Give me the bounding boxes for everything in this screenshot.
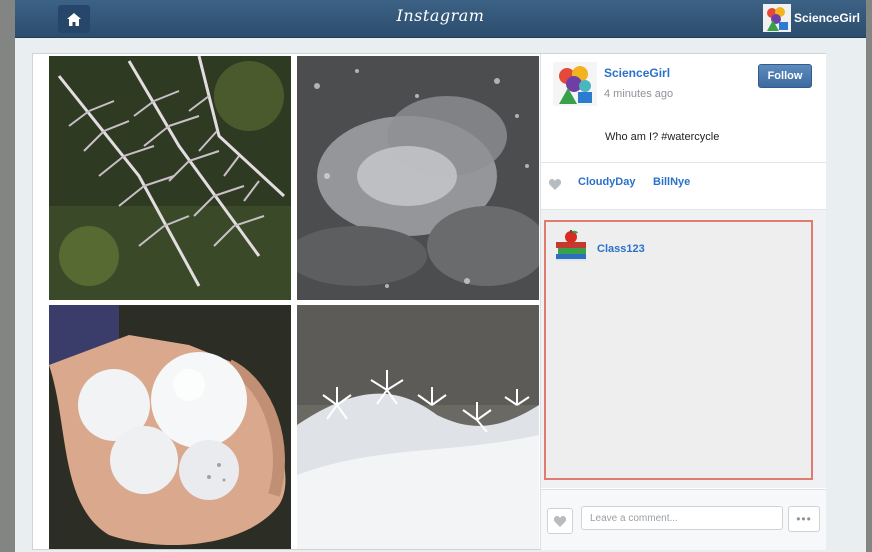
liker-link[interactable]: CloudyDay <box>578 176 635 188</box>
post-timestamp: 4 minutes ago <box>604 88 674 100</box>
comment-author-link[interactable]: Class123 <box>597 243 645 255</box>
books-apple-avatar-icon[interactable] <box>554 230 592 264</box>
comment-input[interactable] <box>581 506 783 530</box>
photo-hailstones <box>49 305 291 549</box>
profile-menu[interactable]: ScienceGirl <box>762 4 860 32</box>
post-sidebar: ScienceGirl 4 minutes ago Follow Who am … <box>540 54 826 550</box>
heart-icon <box>549 179 561 190</box>
post-owner-link[interactable]: ScienceGirl <box>604 66 670 80</box>
follow-button[interactable]: Follow <box>758 64 812 88</box>
comment-compose: ••• <box>541 489 826 550</box>
post-card: ScienceGirl 4 minutes ago Follow Who am … <box>32 53 826 550</box>
comment-highlight-box: Class123 <box>544 220 813 480</box>
user-avatar-icon <box>762 4 791 32</box>
photo-snow-crystals <box>297 305 539 549</box>
post-caption: Who am I? #watercycle <box>605 131 720 143</box>
post-header: ScienceGirl 4 minutes ago Follow Who am … <box>541 54 826 163</box>
photo-frost-branches <box>49 56 291 300</box>
app-frame: Instagram ScienceGirl ScienceGirl 4 minu… <box>15 0 866 552</box>
owner-avatar-icon[interactable] <box>553 62 597 106</box>
top-bar: Instagram ScienceGirl <box>15 0 866 38</box>
photo-frost-texture <box>297 56 539 300</box>
header-username: ScienceGirl <box>793 11 860 25</box>
likes-row: CloudyDay BillNye <box>541 163 826 210</box>
app-logo[interactable]: Instagram <box>15 6 866 25</box>
more-options-button[interactable]: ••• <box>788 506 820 532</box>
heart-icon <box>554 515 566 527</box>
like-button[interactable] <box>547 508 573 534</box>
comments-area: Class123 <box>541 210 826 488</box>
liker-link[interactable]: BillNye <box>653 176 690 188</box>
